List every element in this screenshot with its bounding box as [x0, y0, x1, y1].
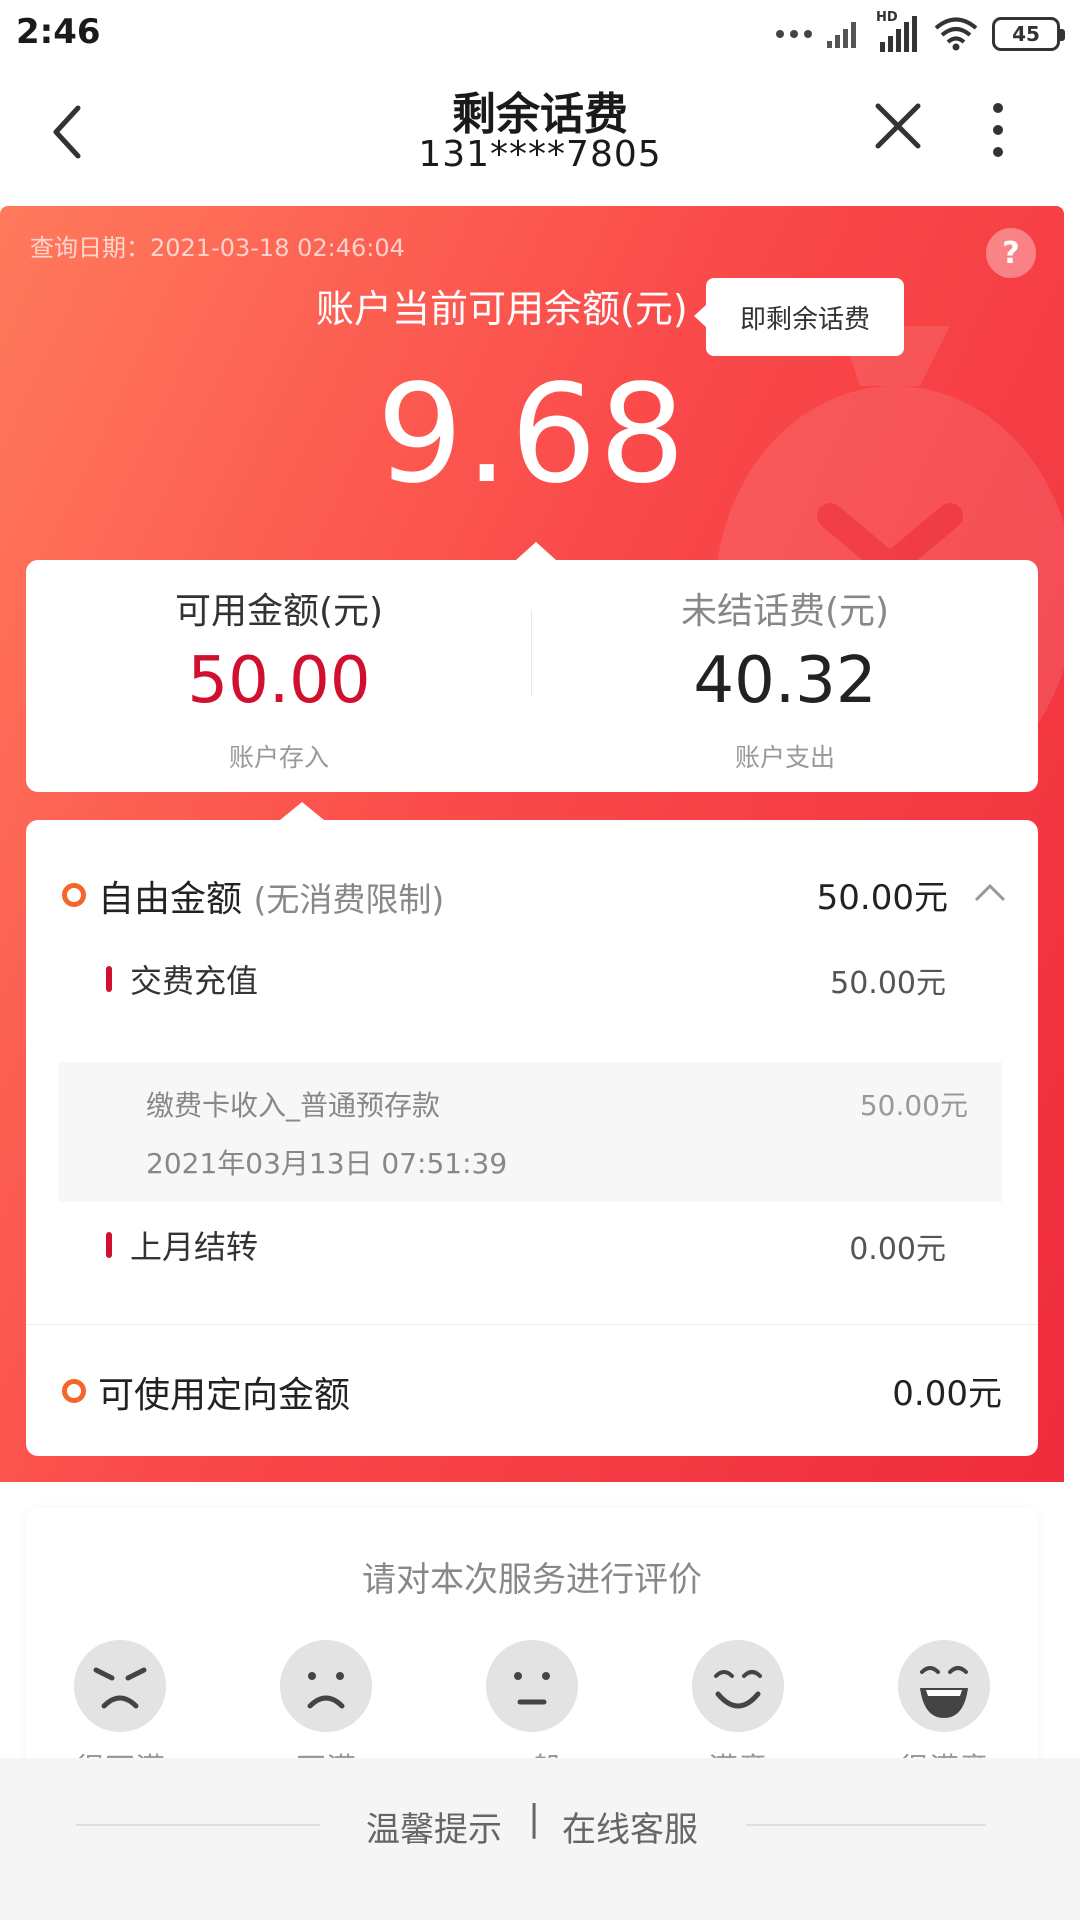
directed-amount-value: 0.00元 — [892, 1374, 1002, 1414]
signal-icon — [827, 22, 856, 48]
smile-face-icon — [692, 1640, 784, 1732]
free-amount-title: 自由金额 (无消费限制) — [98, 870, 444, 922]
sad-face-icon — [280, 1640, 372, 1732]
recharge-amount: 50.00元 — [830, 966, 946, 1001]
unsettled-amount: 40.32 — [693, 644, 877, 718]
available-title: 可用金额(元) — [174, 591, 384, 632]
detail-card: 自由金额 (无消费限制) 50.00元 交费充值 50.00元 缴费卡收入_普通… — [26, 802, 1038, 1456]
wifi-icon — [934, 17, 978, 51]
free-amount-value: 50.00元 — [816, 878, 948, 918]
unsettled-amount-column[interactable]: 未结话费(元) 40.32 账户支出 — [532, 560, 1038, 792]
nav-bar: 剩余话费 131****7805 — [0, 68, 1080, 206]
detail-divider — [26, 1324, 1038, 1325]
recharge-title: 交费充值 — [130, 962, 259, 1000]
carryover-title: 上月结转 — [130, 1228, 259, 1266]
online-service-link[interactable]: 在线客服 — [562, 1802, 698, 1851]
footer-divider-right — [746, 1824, 986, 1826]
status-bar: 2:46 HD 45 — [0, 0, 1080, 68]
rating-title: 请对本次服务进行评价 — [362, 1560, 702, 1600]
carryover-amount: 0.00元 — [849, 1232, 946, 1267]
record-name: 缴费卡收入_普通预存款 — [146, 1089, 441, 1122]
unsettled-title: 未结话费(元) — [680, 591, 890, 632]
footer-divider-left — [76, 1824, 320, 1826]
available-amount-column[interactable]: 可用金额(元) 50.00 账户存入 — [26, 560, 532, 792]
footer: 温馨提示 | 在线客服 — [0, 1758, 1080, 1920]
summary-card: 可用金额(元) 50.00 账户存入 未结话费(元) 40.32 账户支出 — [26, 542, 1038, 792]
status-time: 2:46 — [16, 12, 101, 52]
balance-hero: 查询日期：2021-03-18 02:46:04 ? 账户当前可用余额(元) 即… — [0, 206, 1064, 1482]
hd-signal-icon: HD — [876, 10, 920, 54]
bar-bullet-icon — [106, 1232, 112, 1258]
balance-tooltip: 即剩余话费 — [694, 278, 904, 356]
balance-value: 9.68 — [376, 356, 688, 514]
angry-face-icon — [74, 1640, 166, 1732]
free-amount-label: 自由金额 — [98, 879, 243, 920]
recharge-record: 缴费卡收入_普通预存款 2021年03月13日 07:51:39 50.00元 — [58, 1062, 1002, 1202]
neutral-face-icon — [486, 1640, 578, 1732]
rating-card: 请对本次服务进行评价 很不满 不满 一般 满意 — [26, 1508, 1038, 1768]
record-amount: 50.00元 — [859, 1089, 968, 1122]
query-date: 查询日期：2021-03-18 02:46:04 — [30, 234, 405, 262]
bar-bullet-icon — [106, 966, 112, 992]
battery-icon: 45 — [992, 17, 1065, 51]
more-dots-icon — [776, 30, 812, 38]
available-sub: 账户存入 — [228, 743, 329, 772]
circle-bullet-icon — [62, 883, 86, 907]
directed-amount-title: 可使用定向金额 — [98, 1375, 351, 1416]
circle-bullet-icon — [62, 1379, 86, 1403]
laugh-face-icon — [898, 1640, 990, 1732]
chevron-up-icon[interactable] — [970, 876, 1010, 906]
warm-tips-link[interactable]: 温馨提示 — [366, 1802, 502, 1851]
status-icons: HD 45 — [776, 10, 1065, 54]
record-time: 2021年03月13日 07:51:39 — [146, 1147, 508, 1180]
more-vertical-icon[interactable] — [978, 98, 1018, 162]
available-amount: 50.00 — [187, 644, 371, 718]
balance-label: 账户当前可用余额(元) — [316, 287, 688, 331]
help-button[interactable]: ? — [986, 228, 1036, 278]
footer-separator: | — [528, 1798, 541, 1839]
free-amount-note: (无消费限制) — [253, 880, 445, 919]
close-icon[interactable] — [868, 96, 928, 156]
unsettled-sub: 账户支出 — [734, 743, 835, 772]
